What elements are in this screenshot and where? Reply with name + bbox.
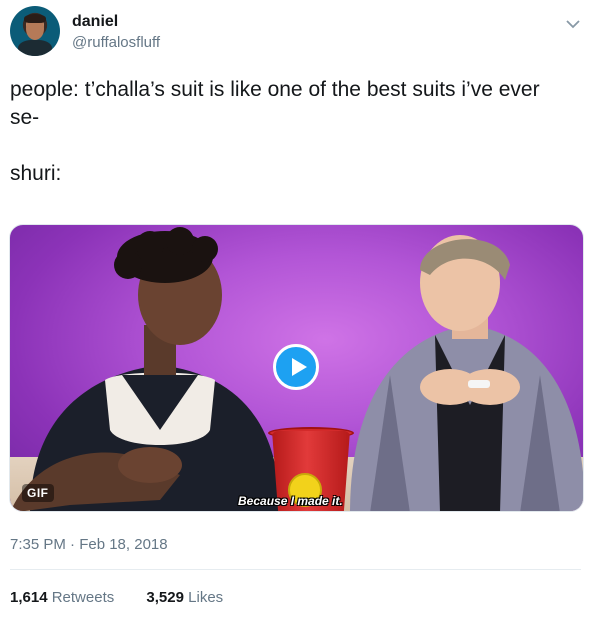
tweet-stats: 1,614 Retweets 3,529 Likes bbox=[10, 589, 251, 606]
likes-label: Likes bbox=[188, 589, 224, 606]
retweets-stat[interactable]: 1,614 Retweets bbox=[10, 589, 114, 606]
author-handle[interactable]: @ruffalosfluff bbox=[72, 34, 160, 51]
divider bbox=[10, 569, 581, 570]
gif-caption: Because I made it. bbox=[238, 494, 343, 508]
gif-badge: GIF bbox=[22, 484, 54, 502]
avatar-hair bbox=[24, 14, 46, 23]
avatar[interactable] bbox=[10, 6, 60, 56]
author-name[interactable]: daniel bbox=[72, 13, 118, 31]
retweets-label: Retweets bbox=[51, 589, 115, 606]
tweet-timestamp[interactable]: 7:35 PM · Feb 18, 2018 bbox=[10, 536, 168, 553]
retweets-count: 1,614 bbox=[10, 589, 48, 606]
man-figure bbox=[350, 235, 583, 511]
tweet-card: daniel @ruffalosfluff people: t’challa’s… bbox=[0, 0, 591, 623]
chevron-down-icon[interactable] bbox=[565, 16, 581, 32]
likes-count: 3,529 bbox=[146, 589, 184, 606]
play-icon[interactable] bbox=[273, 344, 319, 390]
gif-media[interactable]: GIF Because I made it. bbox=[9, 224, 584, 512]
tweet-header: daniel @ruffalosfluff bbox=[10, 6, 585, 58]
likes-stat[interactable]: 3,529 Likes bbox=[146, 589, 223, 606]
tweet-text: people: t’challa’s suit is like one of t… bbox=[10, 78, 540, 185]
woman-figure bbox=[10, 227, 280, 511]
avatar-body bbox=[18, 40, 52, 56]
